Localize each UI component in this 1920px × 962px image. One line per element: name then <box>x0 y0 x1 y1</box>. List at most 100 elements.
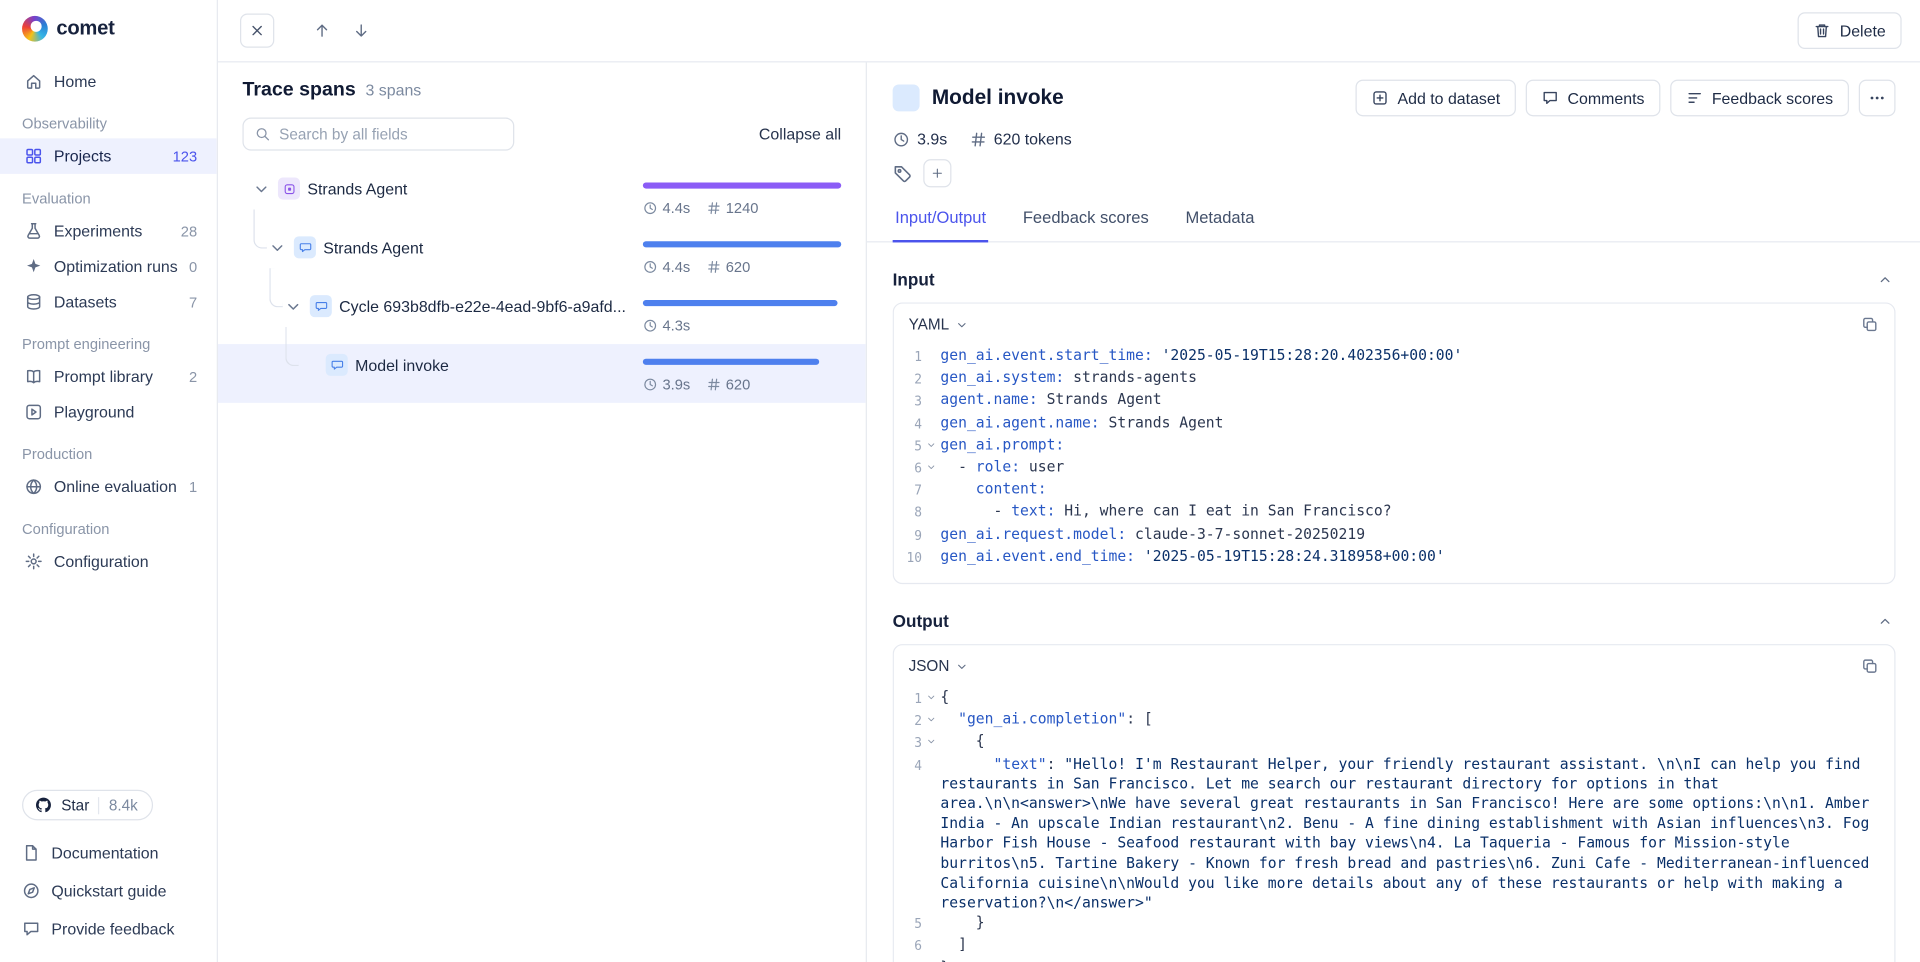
chevron-down-icon <box>956 659 969 672</box>
code-text: gen_ai.event.end_time: '2025-05-19T15:28… <box>940 546 1877 566</box>
sidebar-item-projects[interactable]: Projects123 <box>0 138 217 174</box>
output-collapse-button[interactable] <box>1873 610 1895 632</box>
sidebar-item-datasets[interactable]: Datasets7 <box>0 284 217 320</box>
duration-bar-fill <box>643 300 837 306</box>
fold-spacer <box>922 754 940 759</box>
code-line: 7} <box>901 957 1877 962</box>
trace-spans-title: Trace spans <box>242 80 355 102</box>
tab-metadata[interactable]: Metadata <box>1183 206 1257 243</box>
sidebar-item-optimization-runs[interactable]: Optimization runs0 <box>0 249 217 285</box>
code-text: gen_ai.agent.name: Strands Agent <box>940 412 1877 432</box>
code-text: - text: Hi, where can I eat in San Franc… <box>940 501 1877 521</box>
sidebar-item-online-evaluation[interactable]: Online evaluation1 <box>0 469 217 505</box>
detail-tabs: Input/Output Feedback scores Metadata <box>867 206 1920 243</box>
hash-icon <box>969 130 986 147</box>
span-duration-bar <box>643 182 841 188</box>
collapse-all-button[interactable]: Collapse all <box>759 125 841 143</box>
close-button[interactable] <box>240 13 274 47</box>
line-number: 3 <box>901 732 922 754</box>
delete-button[interactable]: Delete <box>1798 12 1902 49</box>
sidebar-item-label: Online evaluation <box>54 478 177 496</box>
footer-link-documentation[interactable]: Documentation <box>22 834 195 872</box>
sidebar: comet HomeObservabilityProjects123Evalua… <box>0 0 218 962</box>
input-output-body: Input YAML 1gen_ai.event.st <box>893 242 1896 962</box>
span-duration-value: 3.9s <box>917 130 947 148</box>
code-line: 1gen_ai.event.start_time: '2025-05-19T15… <box>901 345 1877 367</box>
tab-input-output[interactable]: Input/Output <box>893 206 989 243</box>
topbar: Delete <box>218 0 1920 62</box>
code-line: 2 "gen_ai.completion": [ <box>901 709 1877 731</box>
input-copy-button[interactable] <box>1859 313 1881 335</box>
sidebar-item-playground[interactable]: Playground <box>0 394 217 430</box>
footer-link-label: Provide feedback <box>51 920 174 938</box>
sidebar-item-count: 123 <box>173 148 198 165</box>
code-line: 8 - text: Hi, where can I eat in San Fra… <box>901 501 1877 523</box>
trace-span-row[interactable]: Cycle 693b8dfb-e22e-4ead-9bf6-a9afd...4.… <box>218 285 866 344</box>
fold-chevron-icon[interactable] <box>922 457 940 473</box>
tree-chevron-down-icon[interactable] <box>284 297 302 315</box>
add-to-dataset-button[interactable]: Add to dataset <box>1356 80 1516 117</box>
tag-icon <box>893 163 913 183</box>
span-duration-value: 3.9s <box>662 376 690 393</box>
add-tag-button[interactable] <box>923 159 951 187</box>
span-stats-row: 3.9s 620 tokens <box>893 130 1896 148</box>
fold-chevron-icon[interactable] <box>922 687 940 703</box>
fold-spacer <box>922 957 940 962</box>
comet-logo[interactable]: comet <box>0 0 217 54</box>
tab-feedback-scores[interactable]: Feedback scores <box>1020 206 1151 243</box>
footer-link-provide-feedback[interactable]: Provide feedback <box>22 910 195 948</box>
sidebar-item-home[interactable]: Home <box>0 64 217 100</box>
input-format-select[interactable]: YAML <box>909 316 969 333</box>
span-tokens-stat: 620 tokens <box>969 130 1071 148</box>
feedback-scores-button[interactable]: Feedback scores <box>1670 80 1849 117</box>
code-text: - role: user <box>940 457 1877 477</box>
github-star-button[interactable]: Star 8.4k <box>22 790 153 821</box>
span-tokens-value: 1240 <box>726 200 759 217</box>
tree-chevron-down-icon[interactable] <box>252 179 270 197</box>
previous-trace-button[interactable] <box>305 13 339 47</box>
fold-chevron-icon[interactable] <box>922 434 940 450</box>
agent-icon <box>278 178 300 200</box>
next-trace-button[interactable] <box>344 13 378 47</box>
fold-chevron-icon[interactable] <box>922 732 940 748</box>
fold-chevron-icon[interactable] <box>922 709 940 725</box>
sidebar-item-configuration[interactable]: Configuration <box>0 544 217 580</box>
clock-icon <box>643 318 658 333</box>
trace-span-row[interactable]: Strands Agent4.4s1240 <box>218 168 866 227</box>
more-actions-button[interactable] <box>1859 80 1896 117</box>
doc-icon <box>22 844 40 862</box>
trace-span-row[interactable]: Model invoke3.9s620 <box>218 344 866 403</box>
app-root: comet HomeObservabilityProjects123Evalua… <box>0 0 1920 962</box>
database-icon <box>24 293 42 311</box>
sidebar-section-header: Production <box>0 430 217 469</box>
grid-icon <box>24 147 42 165</box>
trace-span-row[interactable]: Strands Agent4.4s620 <box>218 227 866 286</box>
comments-button[interactable]: Comments <box>1526 80 1661 117</box>
chat-bubble-icon <box>294 236 316 258</box>
code-text: agent.name: Strands Agent <box>940 390 1877 410</box>
footer-link-quickstart-guide[interactable]: Quickstart guide <box>22 872 195 910</box>
output-copy-button[interactable] <box>1859 655 1881 677</box>
sidebar-item-experiments[interactable]: Experiments28 <box>0 213 217 249</box>
span-metrics: 3.9s 620 <box>643 376 841 393</box>
tags-row <box>893 159 1896 187</box>
sidebar-item-label: Prompt library <box>54 367 153 385</box>
duration-bar-fill <box>643 182 841 188</box>
input-collapse-button[interactable] <box>1873 268 1895 290</box>
output-format-select[interactable]: JSON <box>909 658 969 675</box>
main-area: Delete Trace spans 3 spans Collapse all … <box>218 0 1920 962</box>
search-input[interactable] <box>279 126 502 143</box>
add-to-dataset-label: Add to dataset <box>1398 89 1501 107</box>
output-section: Output JSON 1{2 "gen_ai.co <box>893 610 1896 962</box>
sparkle-icon <box>24 257 42 275</box>
book-icon <box>24 367 42 385</box>
span-tokens-value: 620 <box>726 376 751 393</box>
comments-label: Comments <box>1568 89 1645 107</box>
line-number: 6 <box>901 935 922 957</box>
tree-chevron-down-icon[interactable] <box>268 238 286 256</box>
plus-icon <box>931 167 944 180</box>
chevron-down-icon <box>955 318 968 331</box>
span-tokens-value: 620 tokens <box>994 130 1072 148</box>
sidebar-item-prompt-library[interactable]: Prompt library2 <box>0 359 217 395</box>
output-code: 1{2 "gen_ai.completion": [3 {4 "text": "… <box>894 685 1894 962</box>
